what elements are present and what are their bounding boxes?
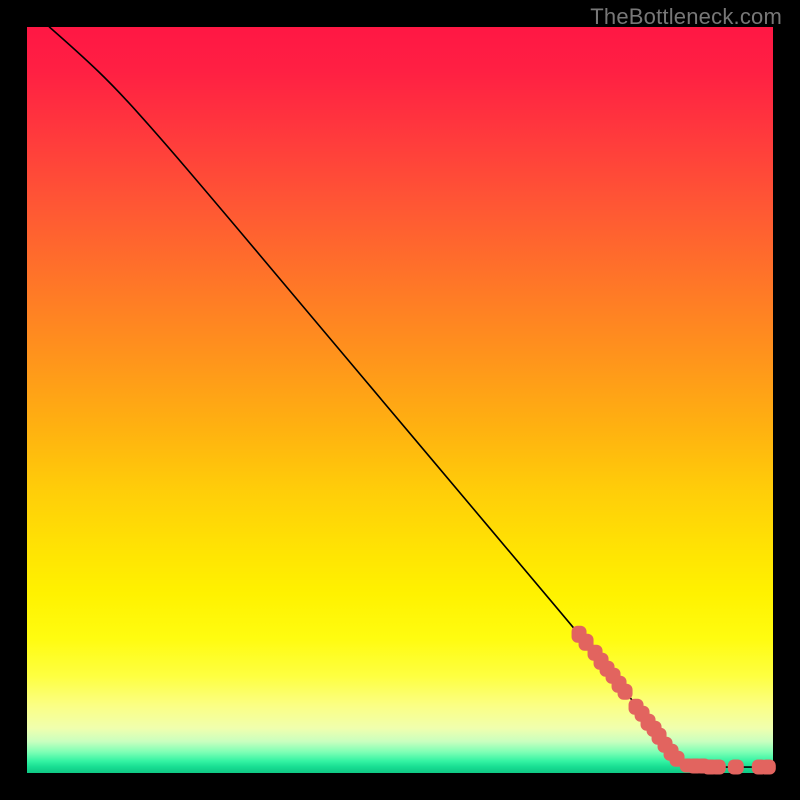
plot-area — [27, 27, 773, 773]
data-marker — [710, 760, 726, 775]
curve-line — [27, 27, 773, 773]
data-marker — [618, 683, 633, 699]
data-marker — [727, 760, 743, 775]
chart-frame: TheBottleneck.com — [0, 0, 800, 800]
data-marker — [760, 760, 776, 775]
